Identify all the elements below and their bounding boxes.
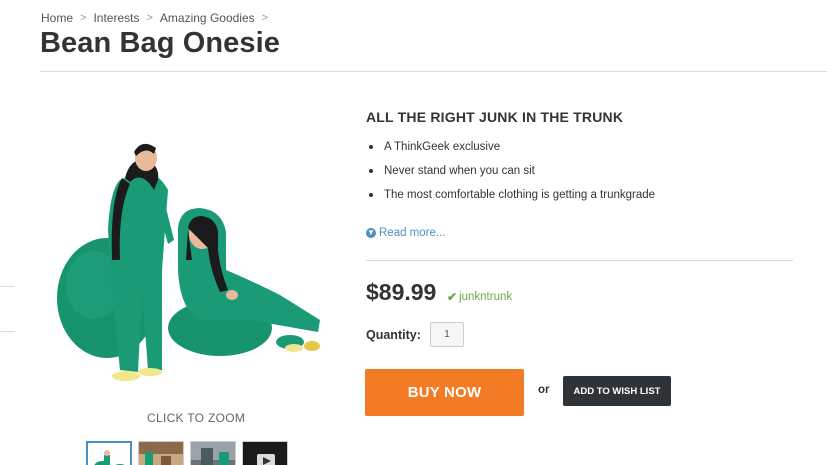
- price: $89.99: [366, 279, 437, 305]
- details-divider: [366, 260, 793, 261]
- thumbnail-1[interactable]: [86, 441, 132, 465]
- thumbnail-2[interactable]: [138, 441, 184, 465]
- product-photo: [57, 143, 320, 381]
- thumbnail-video[interactable]: [242, 441, 288, 465]
- breadcrumb: Home > Interests > Amazing Goodies >: [41, 11, 275, 25]
- breadcrumb-separator: >: [80, 12, 87, 24]
- video-play-icon: [243, 442, 287, 465]
- click-to-zoom-label[interactable]: CLICK TO ZOOM: [147, 411, 245, 425]
- thumbnail-image: [139, 442, 183, 465]
- chevron-down-icon: ▼: [366, 228, 376, 238]
- breadcrumb-home[interactable]: Home: [41, 11, 73, 25]
- thumbnail-3[interactable]: [190, 441, 236, 465]
- add-to-wishlist-button[interactable]: ADD TO WISH LIST: [563, 376, 671, 406]
- promo-code: ✔ junkntrunk: [447, 290, 512, 304]
- thumbnail-image: [191, 442, 235, 465]
- feature-item: The most comfortable clothing is getting…: [366, 186, 655, 210]
- read-more-label: Read more...: [379, 227, 446, 239]
- breadcrumb-interests[interactable]: Interests: [93, 11, 139, 25]
- breadcrumb-separator: >: [146, 12, 153, 24]
- promo-code-text: junkntrunk: [459, 291, 513, 303]
- thumbnail-image: [88, 443, 130, 465]
- quantity-input[interactable]: [430, 322, 464, 347]
- breadcrumb-amazing-goodies[interactable]: Amazing Goodies: [160, 11, 255, 25]
- product-headline: ALL THE RIGHT JUNK IN THE TRUNK: [366, 109, 624, 125]
- product-main-image[interactable]: [50, 120, 340, 395]
- title-divider: [40, 71, 827, 72]
- or-label: or: [538, 384, 550, 396]
- quantity-label: Quantity:: [366, 328, 421, 342]
- breadcrumb-separator: >: [261, 12, 269, 24]
- edge-divider: [0, 286, 15, 287]
- read-more-link[interactable]: ▼ Read more...: [366, 227, 445, 239]
- page-title: Bean Bag Onesie: [40, 27, 281, 59]
- edge-divider: [0, 331, 15, 332]
- feature-item: A ThinkGeek exclusive: [366, 138, 655, 162]
- feature-item: Never stand when you can sit: [366, 162, 655, 186]
- thumbnail-strip: [86, 441, 288, 465]
- feature-list: A ThinkGeek exclusive Never stand when y…: [366, 138, 655, 210]
- buy-now-button[interactable]: BUY NOW: [365, 369, 524, 416]
- check-icon: ✔: [447, 290, 458, 304]
